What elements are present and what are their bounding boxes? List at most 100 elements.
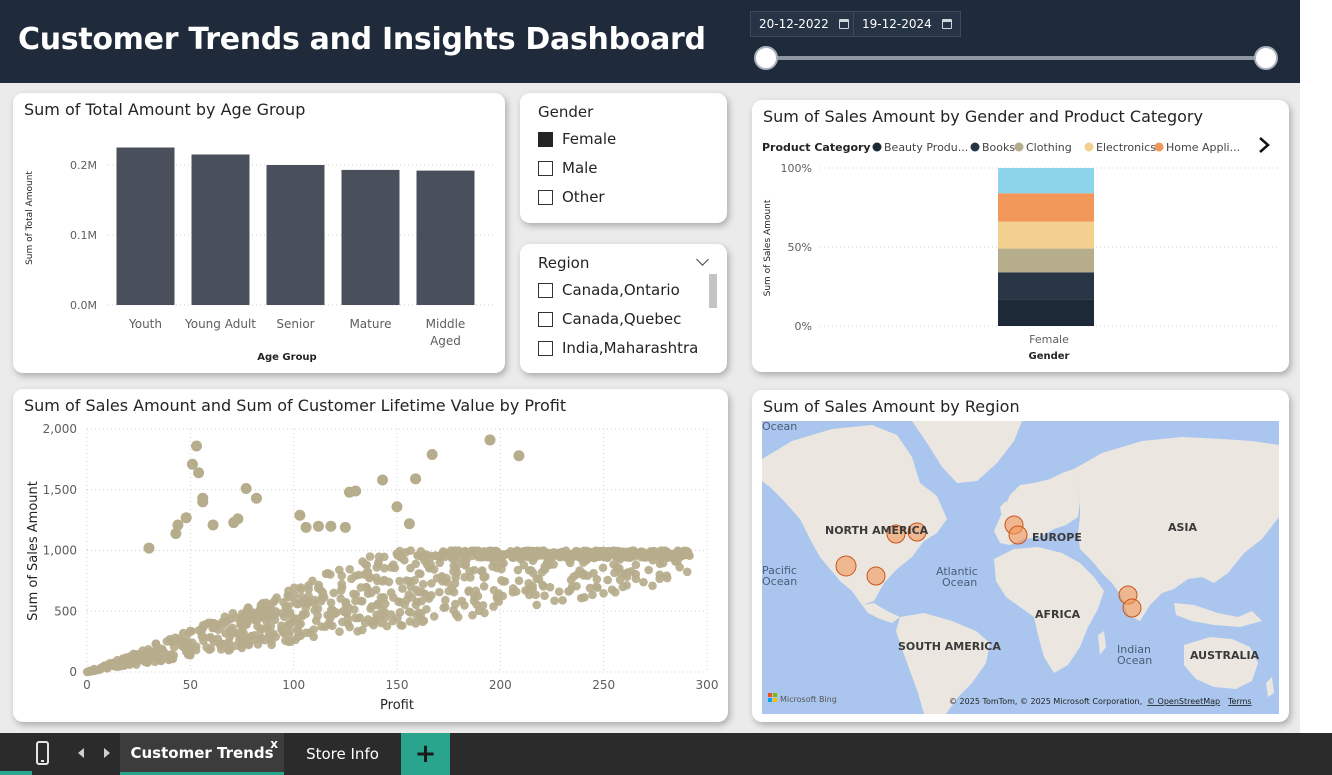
region-option-label: India,Maharashtra: [562, 339, 699, 357]
previous-page-arrow-icon[interactable]: [78, 748, 84, 758]
bar: [266, 165, 325, 305]
region-option[interactable]: Canada,Ontario: [538, 281, 680, 299]
add-page-button[interactable]: +: [401, 733, 450, 775]
x-tick-label: Youth: [128, 317, 162, 331]
checkbox[interactable]: [538, 311, 553, 327]
scatter-point: [429, 612, 439, 621]
region-option[interactable]: Canada,Quebec: [538, 310, 681, 328]
scatter-point: [439, 603, 449, 612]
tab-store-info[interactable]: Store Info: [284, 733, 401, 775]
scatter-point: [365, 552, 375, 561]
date-slider-end-handle[interactable]: [1254, 46, 1278, 70]
calendar-icon[interactable]: [838, 19, 849, 29]
gender-option-male[interactable]: Male: [538, 159, 598, 177]
map-label-africa: AFRICA: [1035, 608, 1081, 621]
scatter-point: [285, 620, 294, 630]
gender-category-chart-card[interactable]: Sum of Sales Amount by Gender and Produc…: [752, 100, 1289, 372]
scatter-point: [240, 483, 252, 495]
date-slider-track[interactable]: [766, 56, 1266, 60]
legend-marker: [970, 142, 980, 152]
world-map[interactable]: Ocean NORTH AMERICA EUROPE ASIA Pacific …: [762, 421, 1279, 714]
scatter-point: [403, 518, 415, 530]
map-bubble[interactable]: [1008, 525, 1028, 545]
scatter-point: [191, 440, 203, 452]
scatter-point: [575, 566, 585, 575]
calendar-icon[interactable]: [941, 19, 952, 29]
scatter-point: [376, 593, 386, 602]
scatter-point: [167, 637, 176, 647]
scatter-point: [182, 640, 191, 649]
mobile-layout-icon[interactable]: [36, 741, 49, 765]
scatter-point: [335, 627, 344, 637]
scatter-point: [410, 575, 419, 585]
gender-option-other[interactable]: Other: [538, 188, 605, 206]
tab-customer-trends[interactable]: Customer Trends x: [120, 733, 284, 775]
end-date-field[interactable]: 19-12-2024: [853, 11, 961, 37]
scatter-point: [308, 576, 317, 586]
scatter-point: [616, 568, 626, 578]
stacked-segment: [998, 168, 1094, 194]
age-group-chart-card[interactable]: Sum of Total Amount by Age Group 0.0M 0.1…: [13, 93, 505, 373]
scatter-point: [164, 655, 174, 665]
scatter-point: [673, 550, 683, 559]
region-map-card[interactable]: Sum of Sales Amount by Region Ocean NORT…: [752, 390, 1289, 722]
region-scrollbar[interactable]: [709, 274, 717, 308]
checkbox[interactable]: [538, 160, 553, 176]
x-tick-label: 250: [592, 678, 615, 692]
x-tick-label: 0: [83, 678, 91, 692]
map-bubble[interactable]: [835, 555, 857, 577]
legend-marker: [1014, 142, 1024, 152]
map-bubble[interactable]: [1122, 598, 1142, 618]
scatter-point: [540, 591, 549, 601]
x-tick-label: 300: [696, 678, 719, 692]
scatter-point: [464, 586, 474, 595]
scatter-point: [465, 566, 474, 576]
scatter-point: [545, 560, 554, 570]
date-slider-start-handle[interactable]: [754, 46, 778, 70]
y-tick-label: 100%: [781, 162, 812, 175]
gender-option-female[interactable]: Female: [538, 130, 616, 148]
scatter-point: [648, 581, 657, 591]
chevron-down-icon[interactable]: [696, 253, 709, 266]
terms-link[interactable]: Terms: [1227, 697, 1252, 706]
start-date-field[interactable]: 20-12-2022: [750, 11, 858, 37]
stacked-segment: [998, 248, 1094, 273]
scatter-chart-card[interactable]: Sum of Sales Amount and Sum of Customer …: [13, 389, 728, 722]
checkbox[interactable]: [538, 189, 553, 205]
map-label-pacific-ocean: Ocean: [762, 575, 797, 588]
bar: [341, 169, 400, 305]
scatter-point: [424, 563, 434, 573]
openstreetmap-link[interactable]: © OpenStreetMap: [1147, 697, 1220, 706]
legend-next-arrow-icon[interactable]: [1259, 137, 1270, 153]
checkbox-checked[interactable]: [538, 131, 553, 147]
scatter-point: [264, 613, 274, 623]
scatter-point: [106, 659, 116, 669]
scatter-point: [407, 593, 417, 602]
close-icon[interactable]: x: [270, 737, 278, 751]
x-tick-label: 150: [386, 678, 409, 692]
region-option[interactable]: India,Maharashtra: [538, 339, 698, 357]
scatter-point: [266, 621, 276, 631]
map-label-north-america: NORTH AMERICA: [825, 524, 929, 537]
scatter-point: [513, 450, 525, 462]
checkbox[interactable]: [538, 282, 553, 298]
scatter-point: [237, 640, 247, 650]
scatter-point: [358, 557, 367, 566]
y-tick-label: 0.1M: [70, 229, 97, 242]
scatter-point: [353, 627, 362, 636]
scatter-point: [607, 585, 617, 594]
map-bubble[interactable]: [866, 566, 886, 586]
stacked-segment: [998, 221, 1094, 249]
scatter-point: [337, 571, 347, 581]
scatter-point: [194, 626, 204, 635]
y-tick-label: 2,000: [43, 422, 77, 436]
map-label-asia: ASIA: [1168, 521, 1198, 534]
scatter-point: [405, 617, 415, 626]
next-page-arrow-icon[interactable]: [104, 748, 110, 758]
scatter-point: [665, 552, 675, 562]
checkbox[interactable]: [538, 340, 553, 356]
bar: [191, 154, 250, 305]
map-label-ocean: Ocean: [762, 421, 797, 433]
scatter-point: [534, 574, 544, 584]
scatter-point: [653, 551, 663, 560]
